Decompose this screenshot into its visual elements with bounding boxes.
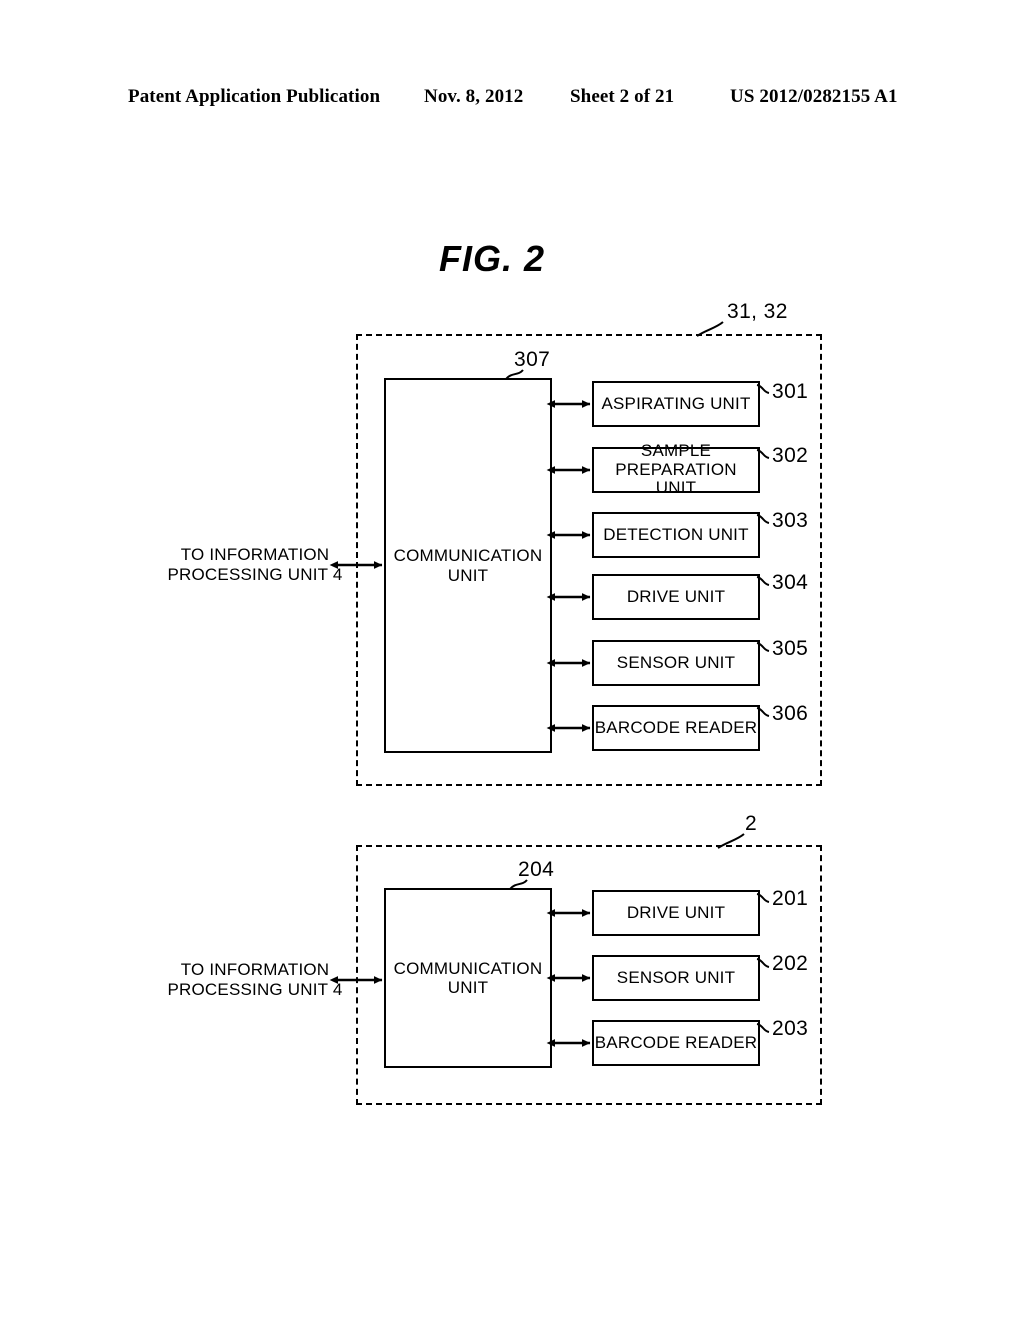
unit-label-barcode-reader-lower: BARCODE READER <box>594 1032 758 1052</box>
lower-external-label-line1: TO INFORMATION <box>180 960 330 979</box>
publication-title: Patent Application Publication <box>128 86 381 107</box>
unit-label-drive-unit-lower: DRIVE UNIT <box>626 902 726 922</box>
lower-communication-unit-label-line2: UNIT <box>447 978 489 997</box>
document-number: US 2012/0282155 A1 <box>730 86 898 107</box>
unit-label-sensor-unit-lower: SENSOR UNIT <box>616 967 736 987</box>
sheet-number: Sheet 2 of 21 <box>570 86 675 107</box>
lower-communication-unit-ref: 204 <box>518 858 555 881</box>
unit-ref-202: 202 <box>772 952 809 975</box>
unit-ref-304: 304 <box>772 571 809 594</box>
upper-communication-unit-box: COMMUNICATION UNIT <box>384 378 552 753</box>
unit-box-barcode-reader-lower: BARCODE READER <box>592 1020 760 1066</box>
unit-box-barcode-reader-upper: BARCODE READER <box>592 705 760 751</box>
unit-box-drive-unit-upper: DRIVE UNIT <box>592 574 760 620</box>
upper-communication-unit-ref: 307 <box>514 348 551 371</box>
upper-external-label-line2: PROCESSING UNIT 4 <box>167 564 343 584</box>
unit-label-barcode-reader-upper: BARCODE READER <box>594 717 758 737</box>
unit-label-sample-preparation-unit-line2: PREPARATION UNIT <box>615 459 737 498</box>
figure-title: FIG. 2 <box>0 238 1024 280</box>
unit-box-aspirating-unit: ASPIRATING UNIT <box>592 381 760 427</box>
unit-box-sensor-unit-lower: SENSOR UNIT <box>592 955 760 1001</box>
figure-title-text: FIG. 2 <box>438 238 546 279</box>
unit-ref-301: 301 <box>772 380 809 403</box>
publication-header: Patent Application Publication Nov. 8, 2… <box>0 86 1024 114</box>
lower-communication-unit-label-line1: COMMUNICATION <box>393 958 543 978</box>
lower-external-destination-label: TO INFORMATION PROCESSING UNIT 4 <box>150 960 360 999</box>
publication-date: Nov. 8, 2012 <box>424 86 524 107</box>
unit-box-sensor-unit-upper: SENSOR UNIT <box>592 640 760 686</box>
unit-ref-303: 303 <box>772 509 809 532</box>
upper-communication-unit-label-line2: UNIT <box>447 565 489 585</box>
unit-label-sensor-unit-upper: SENSOR UNIT <box>616 652 736 672</box>
upper-region-ref-label: 31, 32 <box>727 300 788 323</box>
unit-ref-302: 302 <box>772 444 809 467</box>
unit-box-sample-preparation-unit: SAMPLE PREPARATION UNIT <box>592 442 760 497</box>
unit-label-detection-unit: DETECTION UNIT <box>603 524 749 544</box>
unit-box-detection-unit: DETECTION UNIT <box>592 512 760 558</box>
unit-ref-203: 203 <box>772 1017 809 1040</box>
upper-external-destination-label: TO INFORMATION PROCESSING UNIT 4 <box>150 545 360 584</box>
unit-label-drive-unit-upper: DRIVE UNIT <box>626 586 726 606</box>
upper-communication-unit-label-line1: COMMUNICATION <box>393 546 543 566</box>
lower-communication-unit-box: COMMUNICATION UNIT <box>384 888 552 1068</box>
lower-region-ref-label: 2 <box>745 812 758 835</box>
upper-external-label-line1: TO INFORMATION <box>180 545 330 564</box>
lower-external-label-line2: PROCESSING UNIT 4 <box>167 979 343 999</box>
unit-ref-305: 305 <box>772 637 809 660</box>
unit-ref-306: 306 <box>772 702 809 725</box>
unit-box-drive-unit-lower: DRIVE UNIT <box>592 890 760 936</box>
unit-label-sample-preparation-unit-line1: SAMPLE <box>640 441 712 461</box>
unit-ref-201: 201 <box>772 887 809 910</box>
unit-label-aspirating-unit: ASPIRATING UNIT <box>601 393 751 413</box>
